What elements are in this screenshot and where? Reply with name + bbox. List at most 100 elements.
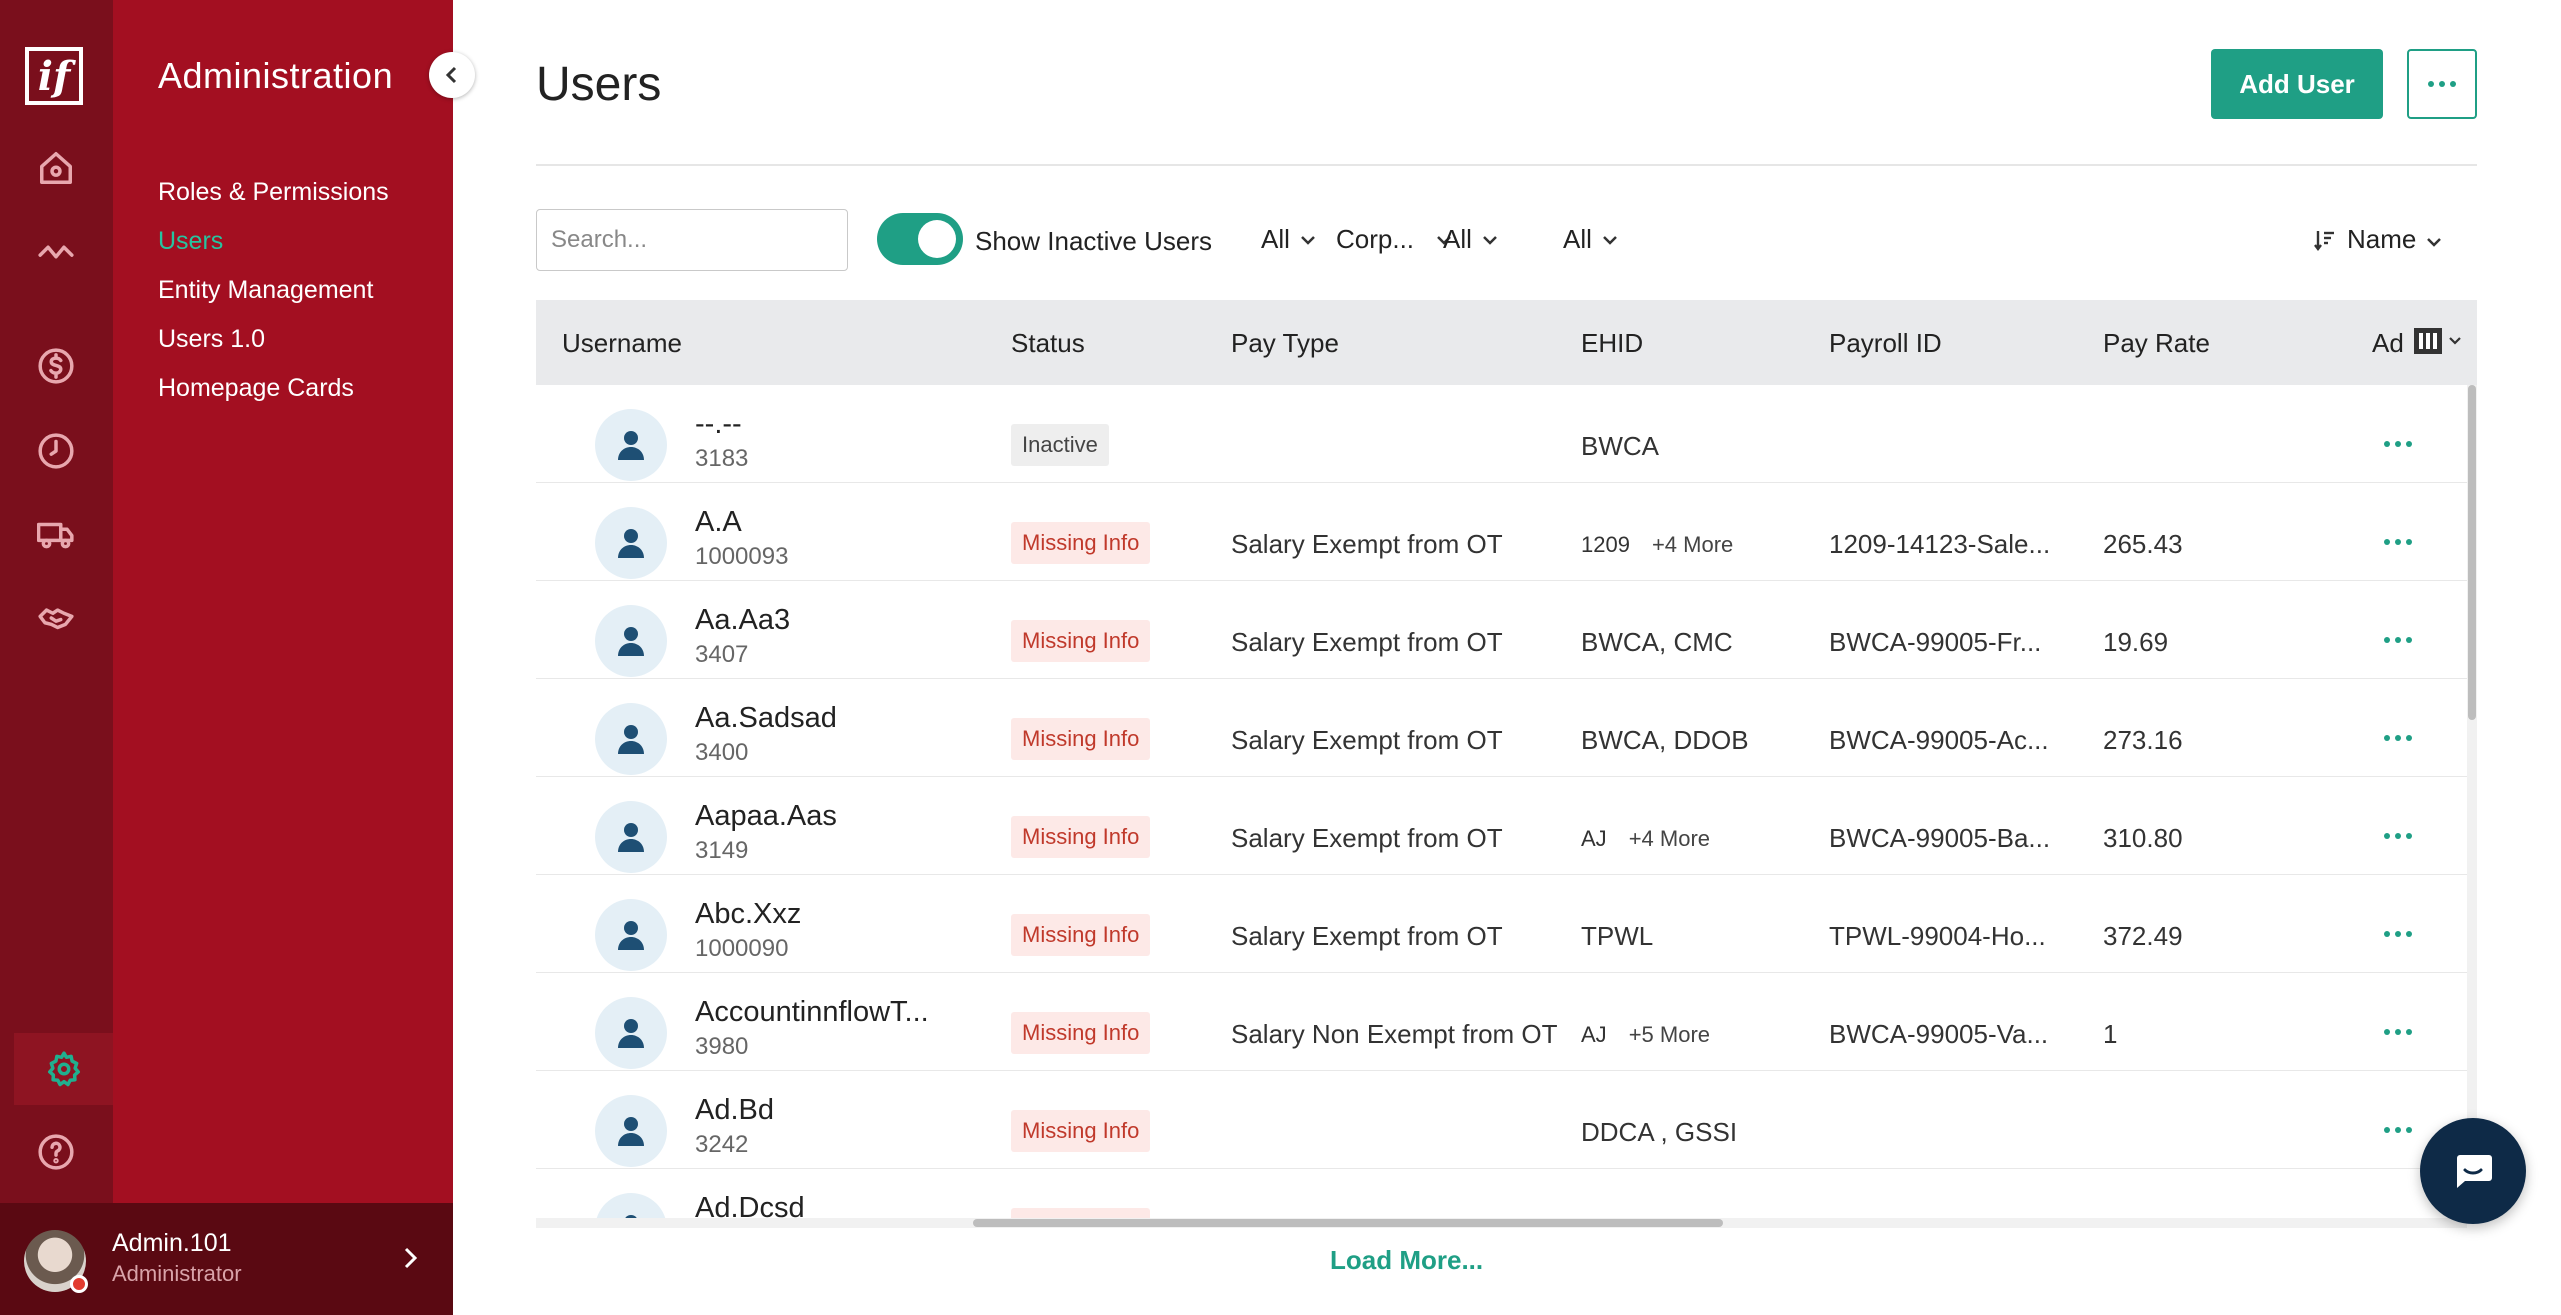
ehid-value: BWCA, CMC — [1581, 627, 1733, 657]
row-actions-button[interactable] — [2384, 539, 2412, 545]
app-logo[interactable]: if — [25, 47, 83, 105]
user-id: 3407 — [695, 641, 749, 668]
user-avatar-icon — [595, 801, 667, 873]
more-actions-button[interactable] — [2407, 49, 2477, 119]
horizontal-scrollbar[interactable] — [536, 1218, 2467, 1228]
username[interactable]: Aa.Sadsad — [695, 702, 837, 735]
status-badge: Missing Info — [1011, 816, 1151, 858]
col-payroll-id[interactable]: Payroll ID — [1829, 328, 1942, 359]
username[interactable]: A.A — [695, 506, 742, 539]
ehid: DDCA , GSSI — [1581, 1117, 1759, 1148]
pay-rate: 372.49 — [2103, 921, 2183, 951]
table-row[interactable]: --.-- 3183 Inactive BWCA — [536, 385, 2467, 483]
scroll-thumb[interactable] — [973, 1219, 1723, 1227]
more-horizontal-icon — [2384, 637, 2412, 643]
col-pay-type[interactable]: Pay Type — [1231, 328, 1339, 359]
sort-dropdown[interactable]: Name — [2313, 224, 2442, 255]
search-input[interactable] — [536, 209, 848, 271]
sidebar-item-users-1-0[interactable]: Users 1.0 — [158, 319, 389, 368]
row-actions-button[interactable] — [2384, 1127, 2412, 1133]
username[interactable]: AccountinnflowT... — [695, 996, 929, 1029]
col-ehid[interactable]: EHID — [1581, 328, 1643, 359]
more-horizontal-icon — [2384, 539, 2412, 545]
scroll-thumb[interactable] — [2468, 385, 2476, 720]
username[interactable]: --.-- — [695, 408, 742, 441]
filter-dropdown-corp[interactable]: Corp... — [1336, 224, 1452, 255]
table-body: --.-- 3183 Inactive BWCA A.A 1000093 Missing I… — [536, 385, 2467, 1220]
user-id: 3149 — [695, 837, 749, 864]
table-row[interactable]: Abc.Xxz 1000090 Missing Info Salary Exempt … — [536, 875, 2467, 973]
filter-value: All — [1261, 224, 1290, 254]
chevron-down-icon[interactable] — [2448, 333, 2462, 351]
add-user-button[interactable]: Add User — [2211, 49, 2383, 119]
payroll-id: TPWL-99004-Ho... — [1829, 921, 2046, 951]
table-row[interactable]: Ad.DcsdMissing Info — [536, 1169, 2467, 1220]
sidebar-item-roles-permissions[interactable]: Roles & Permissions — [158, 172, 389, 221]
sidebar-item-homepage-cards[interactable]: Homepage Cards — [158, 368, 389, 417]
payroll-id: BWCA-99005-Va... — [1829, 1019, 2049, 1049]
sort-icon — [2313, 228, 2337, 252]
home-icon[interactable] — [30, 142, 82, 194]
columns-icon[interactable] — [2414, 328, 2444, 356]
ehid: BWCA — [1581, 431, 1681, 462]
filter-value: All — [1563, 224, 1592, 254]
row-actions-button[interactable] — [2384, 931, 2412, 937]
username[interactable]: Aa.Aa3 — [695, 604, 790, 637]
col-username[interactable]: Username — [562, 328, 682, 359]
sidebar-title: Administration — [158, 55, 394, 96]
row-actions-button[interactable] — [2384, 637, 2412, 643]
user-id: 3400 — [695, 739, 749, 766]
chat-launcher-button[interactable] — [2420, 1118, 2526, 1224]
logo-text: if — [29, 51, 79, 101]
status-badge: Missing Info — [1011, 522, 1151, 564]
username[interactable]: Ad.Dcsd — [695, 1192, 805, 1220]
row-actions-button[interactable] — [2384, 735, 2412, 741]
table-row[interactable]: Aapaa.Aas 3149 Missing Info Salary Exempt f… — [536, 777, 2467, 875]
filter-dropdown-3[interactable]: All — [1443, 224, 1498, 255]
user-id: 1000093 — [695, 543, 789, 570]
col-pay-rate[interactable]: Pay Rate — [2103, 328, 2210, 359]
vertical-scrollbar[interactable] — [2467, 385, 2477, 1220]
filter-dropdown-4[interactable]: All — [1563, 224, 1618, 255]
sidebar-item-entity-management[interactable]: Entity Management — [158, 270, 389, 319]
settings-icon[interactable] — [14, 1033, 113, 1105]
handshake-icon[interactable] — [30, 592, 82, 644]
dollar-icon[interactable] — [30, 340, 82, 392]
table-row[interactable]: Aa.Aa3 3407 Missing Info Salary Exempt from… — [536, 581, 2467, 679]
row-actions-button[interactable] — [2384, 441, 2412, 447]
table-row[interactable]: AccountinnflowT... 3980 Missing Info Salary… — [536, 973, 2467, 1071]
username[interactable]: Aapaa.Aas — [695, 800, 837, 833]
row-actions-button[interactable] — [2384, 833, 2412, 839]
more-horizontal-icon — [2384, 735, 2412, 741]
username[interactable]: Abc.Xxz — [695, 898, 801, 931]
show-inactive-toggle[interactable] — [877, 213, 963, 265]
table-row[interactable]: A.A 1000093 Missing Info Salary Exempt from… — [536, 483, 2467, 581]
load-more-link[interactable]: Load More... — [1330, 1245, 1483, 1276]
user-avatar-icon — [595, 605, 667, 677]
chevron-right-icon[interactable] — [400, 1243, 422, 1273]
filter-dropdown-1[interactable]: All — [1261, 224, 1316, 255]
user-avatar-icon — [595, 997, 667, 1069]
truck-icon[interactable] — [30, 508, 82, 560]
table-row[interactable]: Aa.Sadsad 3400 Missing Info Salary Exempt f… — [536, 679, 2467, 777]
col-ad[interactable]: Ad — [2372, 328, 2404, 359]
sidebar-menu: Roles & Permissions Users Entity Managem… — [158, 172, 389, 417]
ehid-more-link[interactable]: +5 More — [1629, 1022, 1710, 1047]
user-id: 3980 — [695, 1033, 749, 1060]
sidebar-item-users[interactable]: Users — [158, 221, 389, 270]
current-user[interactable]: Admin.101 Administrator — [0, 1203, 453, 1315]
chevron-down-icon — [1301, 235, 1315, 245]
help-icon[interactable] — [30, 1126, 82, 1178]
activity-icon[interactable] — [30, 226, 82, 278]
row-actions-button[interactable] — [2384, 1029, 2412, 1035]
ehid-more-link[interactable]: +4 More — [1629, 826, 1710, 851]
ehid-value: AJ — [1581, 826, 1607, 851]
col-status[interactable]: Status — [1011, 328, 1085, 359]
clock-icon[interactable] — [30, 425, 82, 477]
table-header: Username Status Pay Type EHID Payroll ID… — [536, 300, 2477, 385]
username[interactable]: Ad.Bd — [695, 1094, 774, 1127]
table-row[interactable]: Ad.Bd 3242 Missing Info DDCA , GSSI — [536, 1071, 2467, 1169]
ehid-more-link[interactable]: +4 More — [1652, 532, 1733, 557]
filter-value: All — [1443, 224, 1472, 254]
status-badge: Missing Info — [1011, 1012, 1151, 1054]
